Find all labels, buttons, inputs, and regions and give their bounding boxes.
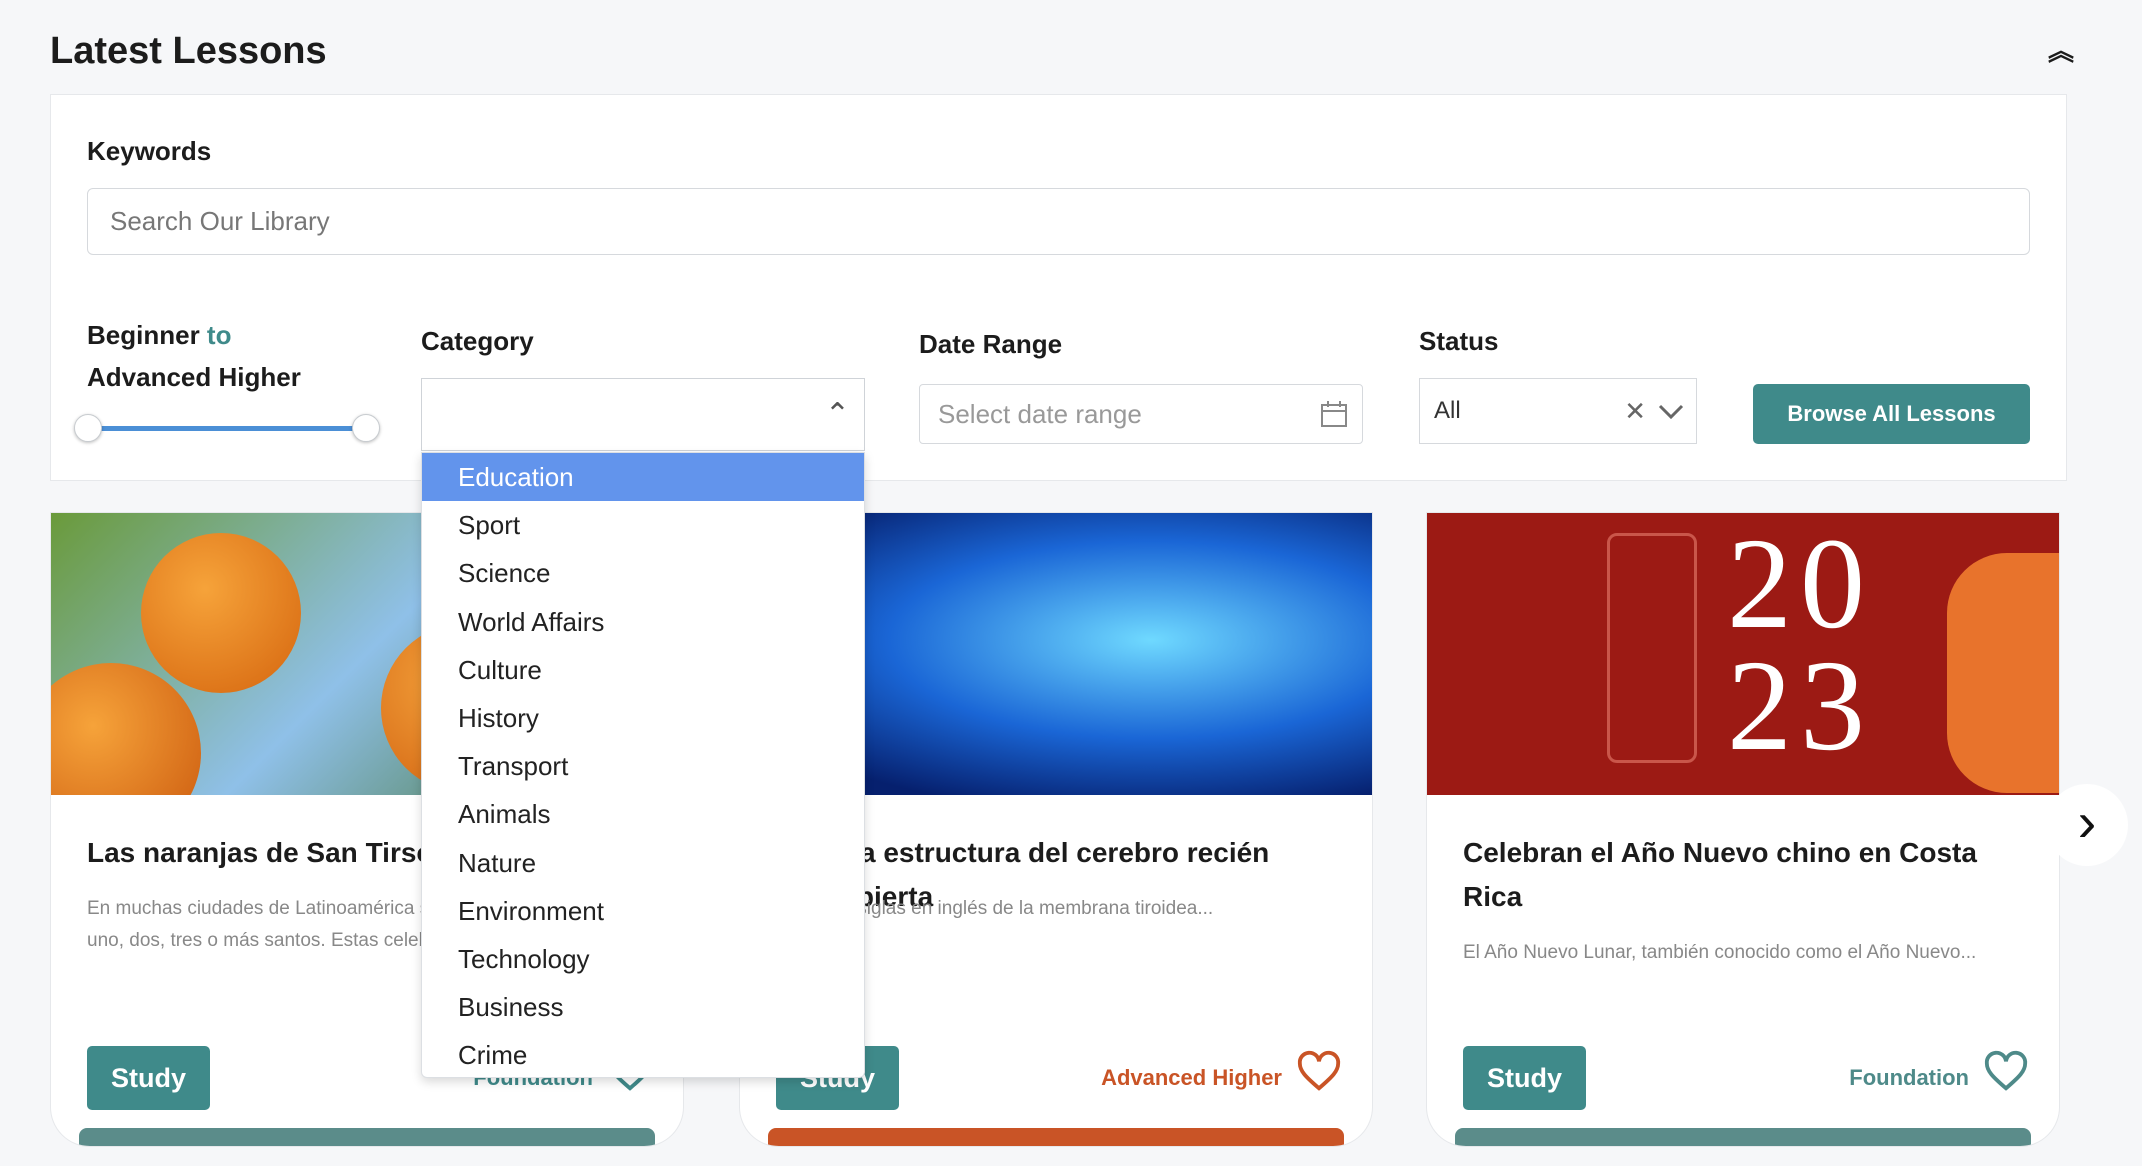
category-label: Category xyxy=(421,326,534,356)
category-option[interactable]: Education xyxy=(422,453,864,502)
category-option[interactable]: Technology xyxy=(422,935,864,983)
level-slider-min-handle[interactable] xyxy=(74,414,102,442)
level-slider-track[interactable] xyxy=(87,426,366,431)
category-option[interactable]: History xyxy=(422,694,864,742)
date-placeholder: Select date range xyxy=(938,399,1142,429)
category-select[interactable]: ⌃ xyxy=(421,378,865,451)
next-arrow-button[interactable]: › xyxy=(2046,784,2128,866)
lesson-description: El Año Nuevo Lunar, también conocido com… xyxy=(1463,942,1977,963)
level-badge: Advanced Higher xyxy=(1101,1065,1282,1090)
lesson-title[interactable]: Celebran el Año Nuevo chino en Costa Ric… xyxy=(1463,831,2023,919)
lesson-progress-bar xyxy=(1455,1128,2031,1146)
lesson-image: 20 23 xyxy=(1427,513,2059,795)
status-select[interactable]: All ✕ xyxy=(1419,378,1697,444)
heart-icon[interactable] xyxy=(1983,1048,2029,1094)
date-range-input[interactable]: Select date range xyxy=(919,384,1363,444)
category-dropdown: Education Sport Science World Affairs Cultur… xyxy=(421,452,865,1078)
page-title: Latest Lessons xyxy=(50,30,327,72)
date-range-label: Date Range xyxy=(919,329,1063,359)
category-option[interactable]: Crime xyxy=(422,1031,864,1079)
category-option[interactable]: Science xyxy=(422,549,864,597)
category-option[interactable]: Environment xyxy=(422,887,864,935)
keywords-label: Keywords xyxy=(87,136,212,166)
category-option[interactable]: Nature xyxy=(422,839,864,887)
calendar-icon xyxy=(1321,401,1347,427)
lesson-progress-bar xyxy=(79,1128,655,1146)
heart-icon[interactable] xyxy=(1296,1048,1342,1094)
chevron-down-icon xyxy=(1658,404,1684,420)
study-button[interactable]: Study xyxy=(1463,1046,1586,1110)
category-option[interactable]: Transport xyxy=(422,742,864,790)
level-slider-max-handle[interactable] xyxy=(352,414,380,442)
category-option[interactable]: Animals xyxy=(422,790,864,838)
status-value: All xyxy=(1434,397,1461,424)
study-button[interactable]: Study xyxy=(87,1046,210,1110)
browse-all-lessons-button[interactable]: Browse All Lessons xyxy=(1753,384,2030,444)
lesson-progress-bar xyxy=(768,1128,1344,1146)
lesson-card[interactable]: 20 23 Celebran el Año Nuevo chino en Cost… xyxy=(1426,512,2060,1147)
level-start: Beginner xyxy=(87,320,200,350)
chevron-up-icon: ⌃ xyxy=(824,398,850,431)
status-label: Status xyxy=(1419,326,1499,356)
level-to: to xyxy=(206,320,232,350)
category-option[interactable]: Sport xyxy=(422,501,864,549)
search-input[interactable]: Search Our Library xyxy=(87,188,2030,255)
category-option[interactable]: Culture xyxy=(422,646,864,694)
level-end: Advanced Higher xyxy=(87,362,301,392)
level-label: Beginner to Advanced Higher xyxy=(87,314,301,398)
category-option[interactable]: Business xyxy=(422,983,864,1031)
category-option[interactable]: World Affairs xyxy=(422,598,864,646)
double-chevron-up-icon[interactable]: ︽ xyxy=(2046,36,2076,66)
clear-icon[interactable]: ✕ xyxy=(1624,379,1646,443)
level-badge: Foundation xyxy=(1849,1065,1969,1090)
